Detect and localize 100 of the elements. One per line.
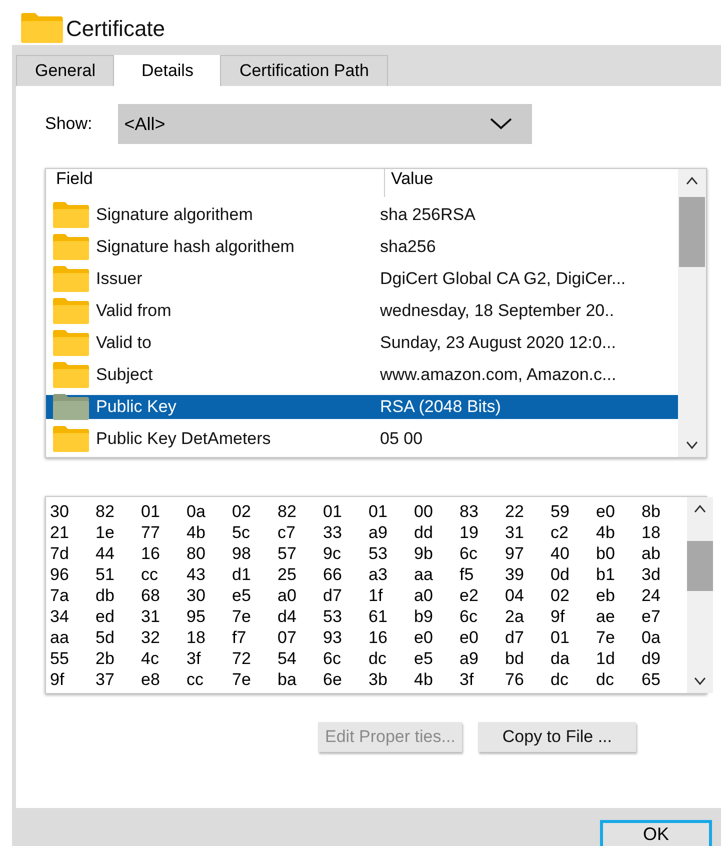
hex-byte: 7e <box>232 606 252 627</box>
hex-byte: 16 <box>368 627 388 648</box>
dialog-button[interactable]: Copy to File ... <box>478 722 636 752</box>
tab[interactable]: Details <box>114 55 220 86</box>
scroll-down-icon[interactable] <box>686 441 698 449</box>
hex-byte: 02 <box>232 501 252 522</box>
hex-byte: 4b <box>596 522 616 543</box>
field-name: Signature algorithem <box>96 205 253 225</box>
hex-byte: cc <box>186 669 204 690</box>
field-value: 05 00 <box>379 429 424 449</box>
hex-byte: dc <box>596 669 615 690</box>
hex-byte: cc <box>141 564 159 585</box>
hex-byte: d4 <box>278 606 298 627</box>
field-row[interactable]: Public Key RSA (2048 Bits) <box>46 395 678 419</box>
hex-byte: dc <box>550 669 570 690</box>
folder-icon <box>52 361 90 389</box>
tab[interactable]: Certification Path <box>220 55 388 86</box>
hex-byte: d9 <box>642 648 662 669</box>
scroll-thumb[interactable] <box>679 197 705 267</box>
scrollbar[interactable] <box>687 497 713 693</box>
hex-byte: b1 <box>596 564 616 585</box>
hex-byte: e0 <box>414 627 434 648</box>
hex-byte: 01 <box>550 627 570 648</box>
field-name: Valid from <box>96 301 172 321</box>
hex-byte: 01 <box>323 501 343 522</box>
hex-byte: a3 <box>368 564 388 585</box>
folder-icon <box>52 425 90 453</box>
field-name: Public Key DetAmeters <box>96 429 271 449</box>
scroll-up-icon[interactable] <box>686 177 698 185</box>
hex-byte: a9 <box>460 648 480 669</box>
hex-byte: 76 <box>505 669 525 690</box>
hex-byte: 1d <box>596 648 616 669</box>
scroll-up-icon[interactable] <box>694 505 706 513</box>
hex-byte: e2 <box>460 585 480 606</box>
hex-byte: 3f <box>460 669 475 690</box>
column-header[interactable]: Field <box>46 169 384 197</box>
hex-byte: c7 <box>278 522 296 543</box>
hex-byte: 68 <box>141 585 161 606</box>
hex-byte: aa <box>50 627 70 648</box>
hex-byte: 3d <box>642 564 662 585</box>
scroll-thumb[interactable] <box>687 541 713 591</box>
hex-byte: 7e <box>596 627 616 648</box>
hex-byte: 5d <box>96 627 116 648</box>
hex-byte: 2a <box>505 606 525 627</box>
hex-byte: 51 <box>96 564 116 585</box>
hex-byte: 19 <box>460 522 480 543</box>
field-row[interactable]: Valid to Sunday, 23 August 2020 12:0... <box>46 327 678 359</box>
hex-byte: dc <box>368 648 388 669</box>
hex-byte: 7d <box>50 543 70 564</box>
hex-byte: 43 <box>186 564 206 585</box>
field-row[interactable]: Public Key DetAmeters 05 00 <box>46 423 678 455</box>
hex-byte: 57 <box>278 543 298 564</box>
field-name: Public Key <box>96 397 176 417</box>
hex-byte: 96 <box>50 564 70 585</box>
hex-byte: 33 <box>323 522 343 543</box>
field-value: Sunday, 23 August 2020 12:0... <box>379 333 617 353</box>
hex-byte: ae <box>596 606 616 627</box>
hex-byte: 21 <box>50 522 70 543</box>
show-dropdown[interactable]: <All> <box>118 104 532 144</box>
hex-byte: 24 <box>642 585 662 606</box>
hex-byte: 4c <box>141 648 160 669</box>
field-row[interactable]: Signature hash algorithem sha256 <box>46 231 678 263</box>
tab[interactable]: General <box>16 55 114 86</box>
field-row[interactable]: Signature algorithem sha 256RSA <box>46 199 678 231</box>
ok-button[interactable]: OK <box>600 820 712 846</box>
hex-byte: 30 <box>50 501 70 522</box>
hex-byte: 5c <box>232 522 251 543</box>
hex-byte: d7 <box>323 585 343 606</box>
hex-byte: f5 <box>460 564 475 585</box>
hex-byte: 7a <box>50 585 70 606</box>
hex-byte: 01 <box>368 501 388 522</box>
hex-byte: 8b <box>642 501 662 522</box>
hex-byte: 3f <box>186 648 202 669</box>
hex-byte: 37 <box>96 669 116 690</box>
scrollbar[interactable] <box>678 169 706 457</box>
hex-byte: 2b <box>96 648 116 669</box>
hex-byte: 72 <box>232 648 252 669</box>
hex-byte: 55 <box>50 648 70 669</box>
field-row[interactable]: Valid from wednesday, 18 September 20.. <box>46 295 678 327</box>
hex-byte: 30 <box>186 585 206 606</box>
folder-icon <box>52 233 90 261</box>
field-row[interactable]: Issuer DgiCert Global CA G2, DigiCer... <box>46 263 678 295</box>
hex-byte: bd <box>505 648 525 669</box>
scroll-down-icon[interactable] <box>694 677 706 685</box>
field-row[interactable]: Subject www.amazon.com, Amazon.c... <box>46 359 678 391</box>
hex-byte: b0 <box>596 543 616 564</box>
hex-byte: 7e <box>232 669 252 690</box>
hex-byte: ba <box>278 669 298 690</box>
hex-byte: 22 <box>505 501 525 522</box>
hex-byte: db <box>96 585 116 606</box>
hex-byte: 77 <box>141 522 161 543</box>
hex-byte: 44 <box>96 543 116 564</box>
hex-byte: 6c <box>460 606 478 627</box>
hex-byte: e8 <box>141 669 161 690</box>
field-value: RSA (2048 Bits) <box>379 397 502 417</box>
field-value: sha256 <box>379 237 437 257</box>
show-label: Show: <box>45 114 92 134</box>
hex-byte: 6c <box>460 543 478 564</box>
hex-byte: eb <box>596 585 616 606</box>
folder-icon <box>52 393 90 421</box>
